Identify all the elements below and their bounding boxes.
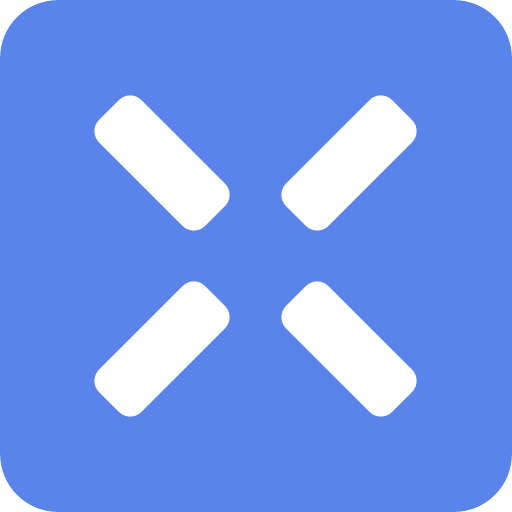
x-close-icon [0,0,512,512]
icon-background [0,0,512,512]
app-icon[interactable] [0,0,512,512]
